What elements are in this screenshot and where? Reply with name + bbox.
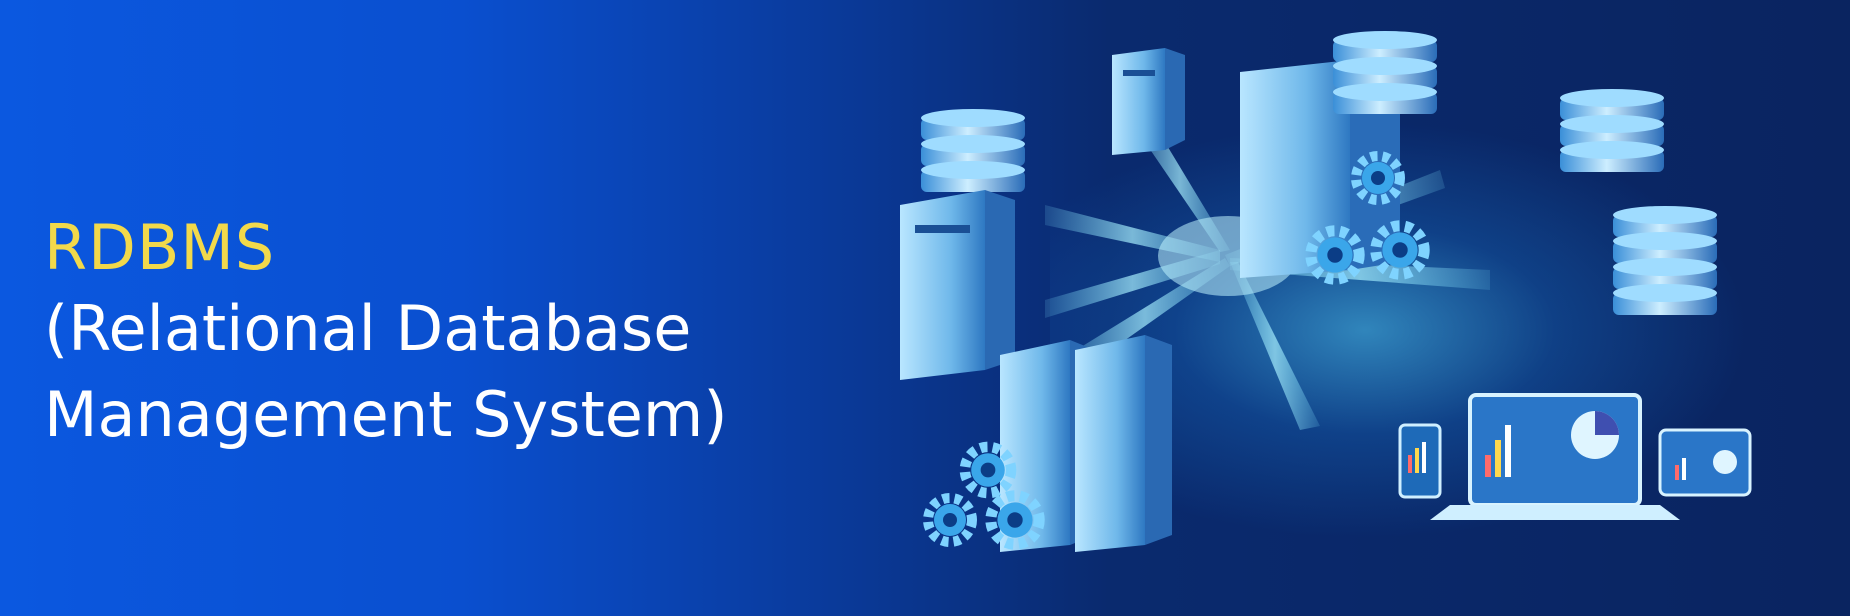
rdbms-banner: RDBMS (Relational Database Management Sy… [0,0,1850,616]
database-stack-icon [1613,206,1717,315]
gear-icon [1356,156,1400,200]
tablet-chart-icon [1658,428,1752,497]
banner-title: RDBMS [44,211,276,284]
database-network-illustration [900,31,1752,552]
phone-chart-icon [1398,423,1442,499]
database-stack-icon [1333,31,1437,114]
server-tower-icon [1112,48,1185,155]
gear-icon [928,498,972,542]
banner-subtitle-line2: Management System) [44,378,728,451]
gear-icon [991,496,1039,544]
gear-icon [965,447,1011,493]
database-stack-icon [1560,89,1664,172]
database-stack-icon [921,109,1025,192]
banner-text: RDBMS (Relational Database Management Sy… [44,210,904,458]
gear-icon [1376,226,1424,274]
server-tower-icon [900,190,1015,380]
banner-subtitle-line1: (Relational Database [44,292,692,365]
gear-icon [1311,231,1359,279]
laptop-chart-icon [1430,393,1680,520]
